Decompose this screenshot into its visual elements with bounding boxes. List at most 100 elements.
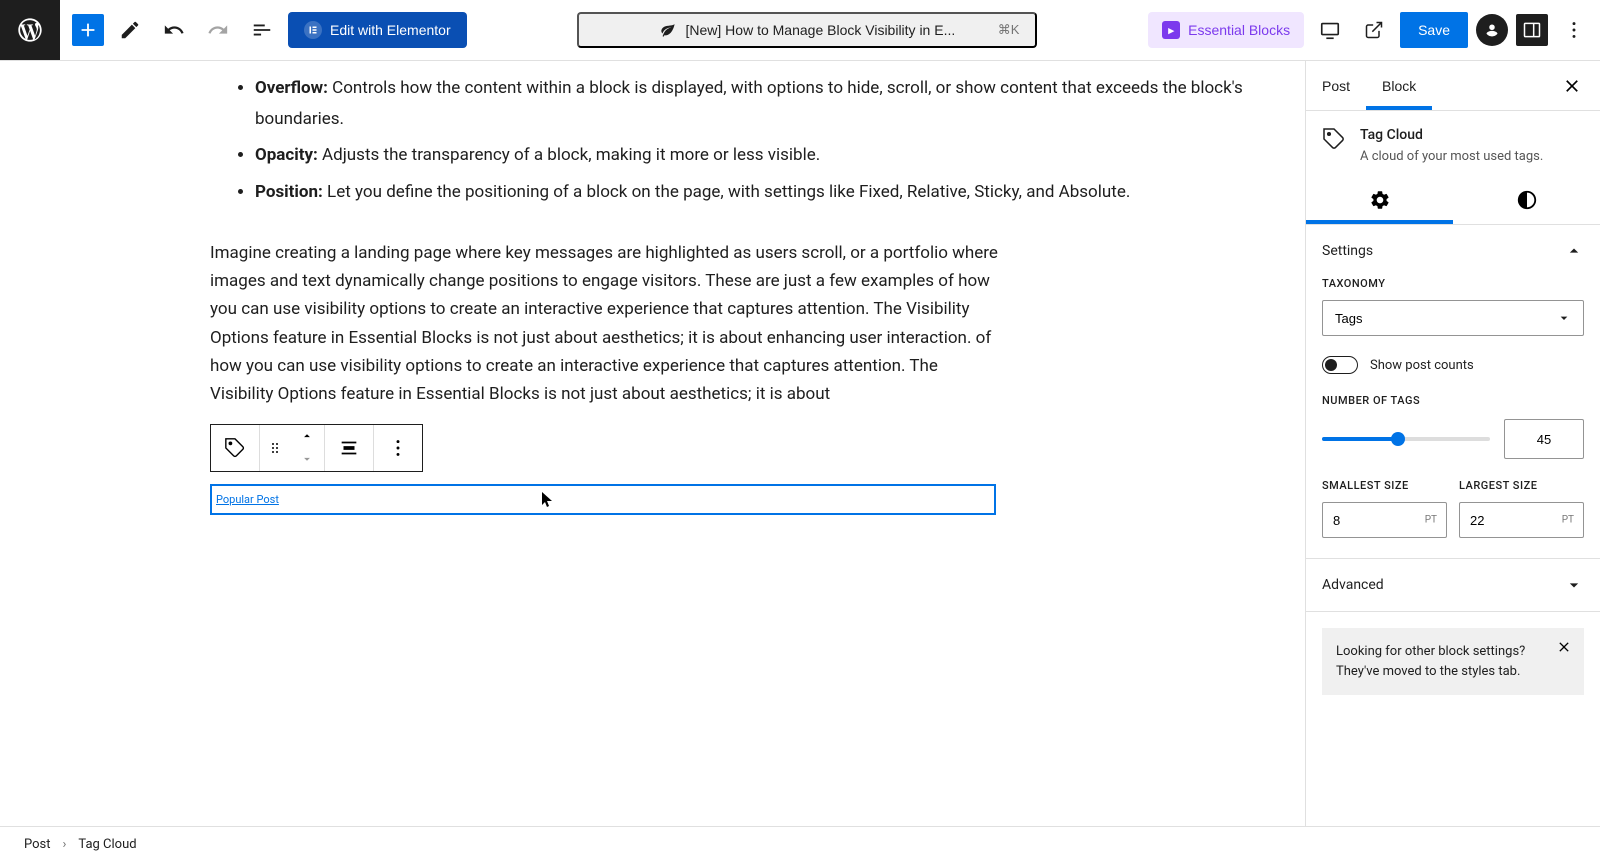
size-row: SMALLEST SIZE PT LARGEST SIZE PT [1322,479,1584,538]
advanced-header[interactable]: Advanced [1306,559,1600,611]
settings-style-tabs [1306,176,1600,225]
avatar-button[interactable] [1476,14,1508,46]
doc-title-wrap: [New] How to Manage Block Visibility in … [475,12,1141,48]
tag-icon [224,437,246,459]
view-button[interactable] [1312,12,1348,48]
settings-tab-general[interactable] [1306,176,1453,224]
contrast-icon [1516,189,1538,211]
tag-cloud-block[interactable]: Popular Post [210,484,996,515]
notice-close-button[interactable] [1554,638,1574,658]
show-post-counts-row: Show post counts [1322,356,1584,374]
taxonomy-select[interactable]: Tags [1322,300,1584,336]
sidebar-toggle-icon [1522,20,1542,40]
drag-handle[interactable] [260,425,290,471]
tag-icon [1322,127,1346,151]
breadcrumb-root[interactable]: Post [24,837,51,852]
taxonomy-label: TAXONOMY [1322,277,1584,290]
block-options-button[interactable] [374,425,422,471]
chevron-down-icon [1564,575,1584,595]
gear-icon [1369,189,1391,211]
largest-size-unit: PT [1562,515,1574,526]
move-down-button[interactable] [290,448,324,471]
list-item[interactable]: Position: Let you define the positioning… [255,177,1245,208]
list-icon [251,19,273,41]
main-layout: Overflow: Controls how the content withi… [0,61,1600,826]
top-toolbar: Edit with Elementor [New] How to Manage … [0,0,1600,61]
number-of-tags-slider[interactable] [1322,437,1490,441]
settings-notice: Looking for other block settings? They'v… [1322,628,1584,695]
settings-tab-styles[interactable] [1453,176,1600,224]
save-button[interactable]: Save [1400,12,1468,48]
elementor-label: Edit with Elementor [330,22,451,38]
number-of-tags-row [1322,419,1584,459]
smallest-size-label: SMALLEST SIZE [1322,479,1447,492]
edit-with-elementor-button[interactable]: Edit with Elementor [288,12,467,48]
wp-logo[interactable] [0,0,60,60]
options-button[interactable] [1556,12,1592,48]
more-vertical-icon [1563,19,1585,41]
settings-panel: Settings TAXONOMY Tags Show post counts [1306,225,1600,559]
user-icon [1481,19,1503,41]
breadcrumb: Post › Tag Cloud [0,826,1600,862]
move-up-button[interactable] [290,425,324,448]
chevron-right-icon: › [63,837,67,852]
settings-panel-toggle[interactable] [1516,14,1548,46]
definition-list: Overflow: Controls how the content withi… [210,73,1245,207]
more-vertical-icon [387,437,409,459]
sidebar-tabs: Post Block [1306,61,1600,111]
show-post-counts-label: Show post counts [1370,358,1474,373]
elementor-icon [304,21,322,39]
essential-blocks-button[interactable]: ▸ Essential Blocks [1148,12,1304,48]
advanced-panel: Advanced [1306,559,1600,612]
largest-size-label: LARGEST SIZE [1459,479,1584,492]
essential-blocks-label: Essential Blocks [1188,22,1290,38]
block-name: Tag Cloud [1360,127,1543,143]
pencil-icon [119,19,141,41]
settings-sidebar: Post Block Tag Cloud A cloud of your mos… [1305,61,1600,826]
chevron-down-icon [300,452,314,466]
block-desc: A cloud of your most used tags. [1360,149,1543,164]
cursor-icon [542,492,554,508]
redo-button[interactable] [200,12,236,48]
editor-canvas[interactable]: Overflow: Controls how the content withi… [0,61,1305,826]
taxonomy-select-wrap: Tags [1322,300,1584,336]
redo-icon [207,19,229,41]
doc-title-shortcut: ⌘K [998,22,1020,38]
move-handles [290,425,324,471]
desktop-icon [1319,19,1341,41]
tab-block[interactable]: Block [1366,61,1432,110]
block-info: Tag Cloud A cloud of your most used tags… [1306,111,1600,176]
document-title-button[interactable]: [New] How to Manage Block Visibility in … [577,12,1037,48]
tab-post[interactable]: Post [1306,61,1366,110]
number-of-tags-input[interactable] [1504,419,1584,459]
block-toolbar [210,424,423,472]
plus-icon [77,19,99,41]
smallest-size-unit: PT [1425,515,1437,526]
tag-link[interactable]: Popular Post [216,493,279,506]
list-item[interactable]: Overflow: Controls how the content withi… [255,73,1245,134]
block-type-button[interactable] [211,425,259,471]
chevron-up-icon [300,429,314,443]
content-paragraph[interactable]: Imagine creating a landing page where ke… [210,239,1000,407]
number-of-tags-label: NUMBER OF TAGS [1322,394,1584,407]
leaf-icon [660,22,676,38]
drag-icon [267,440,283,456]
undo-button[interactable] [156,12,192,48]
edit-mode-button[interactable] [112,12,148,48]
settings-header[interactable]: Settings [1306,225,1600,277]
show-post-counts-toggle[interactable] [1322,356,1358,374]
align-icon [338,437,360,459]
add-block-button[interactable] [72,14,104,46]
chevron-up-icon [1564,241,1584,261]
essential-blocks-icon: ▸ [1162,21,1180,39]
breadcrumb-current[interactable]: Tag Cloud [78,837,136,852]
close-icon [1556,639,1572,655]
document-overview-button[interactable] [244,12,280,48]
preview-button[interactable] [1356,12,1392,48]
close-sidebar-button[interactable] [1552,66,1592,106]
doc-title-text: [New] How to Manage Block Visibility in … [686,22,956,38]
panel-body: Settings TAXONOMY Tags Show post counts [1306,225,1600,826]
align-button[interactable] [325,425,373,471]
undo-icon [163,19,185,41]
list-item[interactable]: Opacity: Adjusts the transparency of a b… [255,140,1245,171]
